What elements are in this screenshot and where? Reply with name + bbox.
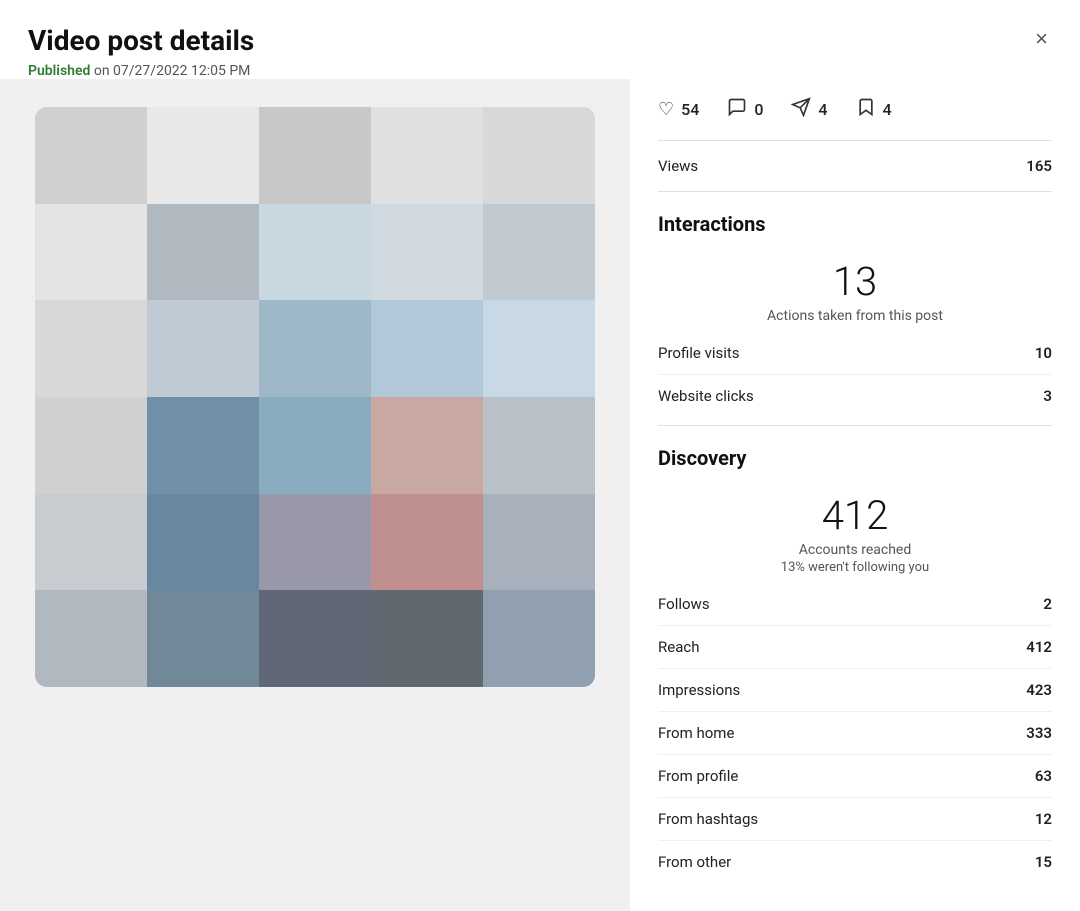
saves-value: 4 (883, 100, 892, 119)
shares-value: 4 (818, 100, 827, 119)
from-other-row: From other 15 (658, 841, 1052, 883)
from-profile-row: From profile 63 (658, 755, 1052, 798)
pixel-block (483, 204, 595, 301)
pixel-block (35, 204, 147, 301)
comment-icon (727, 97, 747, 122)
reach-value: 412 (1026, 638, 1052, 656)
right-panel: ♡ 54 0 4 4 (630, 79, 1080, 911)
left-panel (0, 79, 630, 911)
pixel-block (35, 397, 147, 494)
discovery-sub-label: 13% weren't following you (658, 560, 1052, 575)
pixel-block (35, 107, 147, 204)
pixel-block (147, 204, 259, 301)
interactions-big-stat: 13 Actions taken from this post (658, 248, 1052, 332)
pixel-block (35, 590, 147, 687)
pixel-block (147, 107, 259, 204)
interactions-big-label: Actions taken from this post (658, 308, 1052, 324)
follows-value: 2 (1043, 595, 1052, 613)
pixel-block (483, 107, 595, 204)
interactions-rows: Profile visits 10 Website clicks 3 (658, 332, 1052, 417)
profile-visits-row: Profile visits 10 (658, 332, 1052, 375)
shares-stat: 4 (791, 97, 827, 122)
video-thumbnail (35, 107, 595, 687)
website-clicks-label: Website clicks (658, 387, 754, 405)
discovery-heading: Discovery (658, 446, 1052, 470)
from-home-value: 333 (1026, 724, 1052, 742)
pixel-block (483, 397, 595, 494)
from-profile-value: 63 (1035, 767, 1052, 785)
published-label: Published (28, 63, 90, 79)
pixel-block (371, 397, 483, 494)
section-divider (658, 425, 1052, 426)
share-icon (791, 97, 811, 122)
likes-value: 54 (681, 100, 699, 119)
follows-label: Follows (658, 595, 710, 613)
pixel-block (259, 204, 371, 301)
pixel-block (371, 590, 483, 687)
pixel-block (371, 107, 483, 204)
pixel-block (483, 494, 595, 591)
icon-stats-row: ♡ 54 0 4 4 (658, 79, 1052, 141)
reach-label: Reach (658, 638, 699, 656)
pixel-block (371, 494, 483, 591)
discovery-big-label: Accounts reached (658, 542, 1052, 558)
impressions-label: Impressions (658, 681, 740, 699)
pixel-block (35, 494, 147, 591)
views-value: 165 (1026, 157, 1052, 175)
pixel-block (371, 204, 483, 301)
website-clicks-row: Website clicks 3 (658, 375, 1052, 417)
profile-visits-label: Profile visits (658, 344, 740, 362)
pixel-block (147, 590, 259, 687)
page-title: Video post details (28, 24, 254, 57)
from-home-row: From home 333 (658, 712, 1052, 755)
page-header: Video post details × Published on 07/27/… (0, 0, 1080, 79)
from-home-label: From home (658, 724, 734, 742)
published-date: on 07/27/2022 12:05 PM (94, 63, 251, 79)
from-hashtags-label: From hashtags (658, 810, 758, 828)
pixel-block (483, 590, 595, 687)
views-row: Views 165 (658, 141, 1052, 192)
pixel-block (259, 494, 371, 591)
pixel-block (259, 107, 371, 204)
saves-stat: 4 (856, 97, 892, 122)
follows-row: Follows 2 (658, 583, 1052, 626)
likes-stat: ♡ 54 (658, 99, 699, 120)
interactions-big-number: 13 (658, 260, 1052, 304)
website-clicks-value: 3 (1043, 387, 1052, 405)
pixel-block (147, 494, 259, 591)
pixel-block (371, 300, 483, 397)
from-other-label: From other (658, 853, 731, 871)
discovery-big-number: 412 (658, 494, 1052, 538)
discovery-rows: Follows 2 Reach 412 Impressions 423 From… (658, 583, 1052, 883)
pixel-block (259, 590, 371, 687)
from-profile-label: From profile (658, 767, 738, 785)
pixel-block (259, 397, 371, 494)
from-hashtags-row: From hashtags 12 (658, 798, 1052, 841)
publish-date: Published on 07/27/2022 12:05 PM (28, 63, 1052, 79)
heart-icon: ♡ (658, 99, 674, 120)
impressions-value: 423 (1026, 681, 1052, 699)
views-label: Views (658, 157, 698, 175)
close-button[interactable]: × (1031, 24, 1052, 54)
interactions-heading: Interactions (658, 212, 1052, 236)
pixel-block (483, 300, 595, 397)
comments-stat: 0 (727, 97, 763, 122)
impressions-row: Impressions 423 (658, 669, 1052, 712)
from-other-value: 15 (1035, 853, 1052, 871)
pixel-block (147, 397, 259, 494)
main-content: ♡ 54 0 4 4 (0, 79, 1080, 911)
bookmark-icon (856, 97, 876, 122)
profile-visits-value: 10 (1035, 344, 1052, 362)
discovery-big-stat: 412 Accounts reached 13% weren't followi… (658, 482, 1052, 583)
reach-row: Reach 412 (658, 626, 1052, 669)
comments-value: 0 (754, 100, 763, 119)
pixel-block (35, 300, 147, 397)
pixel-block (147, 300, 259, 397)
pixel-block (259, 300, 371, 397)
from-hashtags-value: 12 (1035, 810, 1052, 828)
